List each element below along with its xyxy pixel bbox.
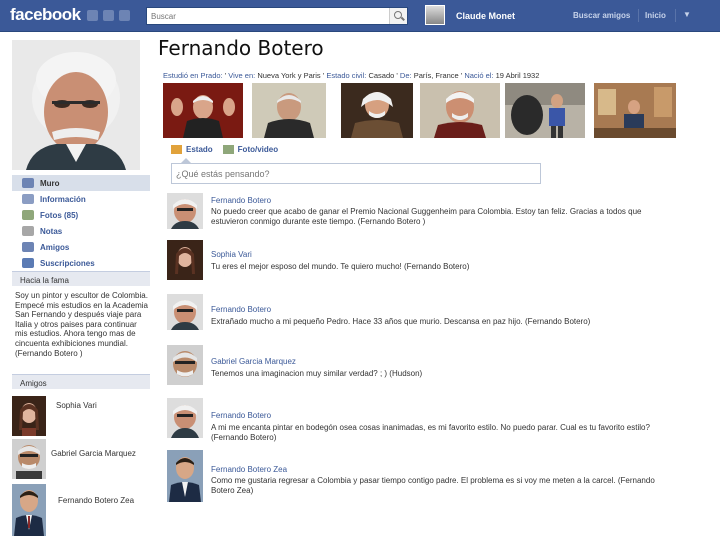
post-author[interactable]: Fernando Botero xyxy=(211,411,271,420)
sidebar-item-label: Suscripciones xyxy=(40,258,95,268)
sidebar-item-label: Amigos xyxy=(40,242,70,252)
search-input[interactable] xyxy=(147,8,387,24)
sidebar-item-label: Notas xyxy=(40,226,63,236)
post-author[interactable]: Gabriel Garcia Marquez xyxy=(211,357,296,366)
pencil-icon xyxy=(171,145,182,154)
friends-heading[interactable]: Amigos xyxy=(12,374,150,389)
subscriptions-icon xyxy=(22,258,34,268)
post-text: Extrañado mucho a mi pequeño Pedro. Hace… xyxy=(211,317,591,326)
friend-name[interactable]: Fernando Botero Zea xyxy=(58,496,134,505)
wall-icon xyxy=(22,178,34,188)
sidebar-item-wall[interactable]: Muro xyxy=(12,175,150,191)
post-author[interactable]: Fernando Botero xyxy=(211,196,271,205)
tab-photo-video[interactable]: Foto/video xyxy=(222,145,279,154)
post-text: Como me gustaria regresar a Colombia y p… xyxy=(211,476,655,495)
sidebar-item-label: Información xyxy=(40,194,86,204)
post-author[interactable]: Fernando Botero Zea xyxy=(211,465,287,474)
profile-nav: Muro Información Fotos (85) Notas Amigos… xyxy=(12,175,150,271)
friend-name[interactable]: Sophia Vari xyxy=(56,401,97,410)
profile-picture[interactable] xyxy=(12,40,140,170)
sidebar-item-friends[interactable]: Amigos xyxy=(12,239,150,255)
profile-photo-strip-item[interactable] xyxy=(420,83,500,138)
notification-icons xyxy=(87,10,130,21)
tab-label: Foto/video xyxy=(237,145,279,154)
search-box xyxy=(146,7,408,25)
post-avatar[interactable] xyxy=(167,345,203,385)
profile-photo-strip-item[interactable] xyxy=(505,83,585,138)
post-avatar[interactable] xyxy=(167,398,203,438)
sidebar-item-label: Fotos (85) xyxy=(40,210,79,220)
info-label: De: xyxy=(399,71,412,80)
account-menu-chevron-down-icon[interactable]: ▼ xyxy=(683,10,691,19)
composer-tabs: Estado Foto/video xyxy=(171,145,278,154)
notifications-icon[interactable] xyxy=(119,10,130,21)
user-name-link[interactable]: Claude Monet xyxy=(456,11,515,21)
friends-icon xyxy=(22,242,34,252)
profile-photo-strip-item[interactable] xyxy=(163,83,243,138)
tab-status[interactable]: Estado xyxy=(171,145,213,154)
info-label: Nació el: xyxy=(464,71,494,80)
sidebar-item-photos[interactable]: Fotos (85) xyxy=(12,207,150,223)
info-value: 19 Abril 1932 xyxy=(495,71,540,80)
post-text: Tu eres el mejor esposo del mundo. Te qu… xyxy=(211,262,470,271)
bio-text: Soy un pintor y escultor de Colombia. Em… xyxy=(15,291,148,358)
messages-icon[interactable] xyxy=(103,10,114,21)
top-bar: facebook Claude Monet Buscar amigos Inic… xyxy=(0,0,720,32)
user-avatar[interactable] xyxy=(425,5,445,25)
friend-requests-icon[interactable] xyxy=(87,10,98,21)
info-label: Vive en: xyxy=(228,71,256,80)
photos-icon xyxy=(22,210,34,220)
info-label: Estudió en Prado: xyxy=(163,71,223,80)
tab-label: Estado xyxy=(186,145,213,154)
friend-photo[interactable] xyxy=(12,396,46,436)
friend-name[interactable]: Gabriel Garcia Marquez xyxy=(51,449,136,458)
search-icon[interactable] xyxy=(389,8,407,24)
info-label: Estado civil: xyxy=(326,71,367,80)
profile-photo-strip-item[interactable] xyxy=(341,83,413,138)
info-value[interactable]: Nueva York y Paris xyxy=(257,71,320,80)
facebook-logo[interactable]: facebook xyxy=(10,5,81,25)
composer-box xyxy=(171,163,541,184)
info-value[interactable]: París, France xyxy=(414,71,459,80)
page-title: Fernando Botero xyxy=(158,36,324,60)
divider xyxy=(675,9,676,22)
friend-photo[interactable] xyxy=(12,439,46,479)
post-text: Tenemos una imaginacion muy similar verd… xyxy=(211,369,423,378)
about-heading: Hacia la fama xyxy=(12,271,150,286)
post-text: A mi me encanta pintar en bodegón osea c… xyxy=(211,423,650,442)
divider xyxy=(638,9,639,22)
camera-icon xyxy=(222,145,234,154)
post-avatar[interactable] xyxy=(167,240,203,280)
sidebar-item-label: Muro xyxy=(40,178,60,188)
info-value: ' xyxy=(224,71,227,80)
post-avatar[interactable] xyxy=(167,193,203,229)
post-avatar[interactable] xyxy=(167,294,203,330)
info-icon xyxy=(22,194,34,204)
status-input[interactable] xyxy=(172,164,540,183)
find-friends-link[interactable]: Buscar amigos xyxy=(573,11,630,20)
info-value: Casado xyxy=(368,71,395,80)
sidebar-item-info[interactable]: Información xyxy=(12,191,150,207)
friend-photo[interactable] xyxy=(12,484,46,536)
post-text: No puedo creer que acabo de ganar el Pre… xyxy=(211,207,642,226)
notes-icon xyxy=(22,226,34,236)
home-link[interactable]: Inicio xyxy=(645,11,666,20)
profile-photo-strip-item[interactable] xyxy=(594,83,676,138)
profile-info-line: Estudió en Prado: ' Vive en: Nueva York … xyxy=(163,71,540,80)
sidebar-item-notes[interactable]: Notas xyxy=(12,223,150,239)
post-avatar[interactable] xyxy=(167,450,203,502)
post-author[interactable]: Fernando Botero xyxy=(211,305,271,314)
sidebar-item-subscriptions[interactable]: Suscripciones xyxy=(12,255,150,271)
post-author[interactable]: Sophia Vari xyxy=(211,250,252,259)
profile-photo-strip-item[interactable] xyxy=(252,83,326,138)
